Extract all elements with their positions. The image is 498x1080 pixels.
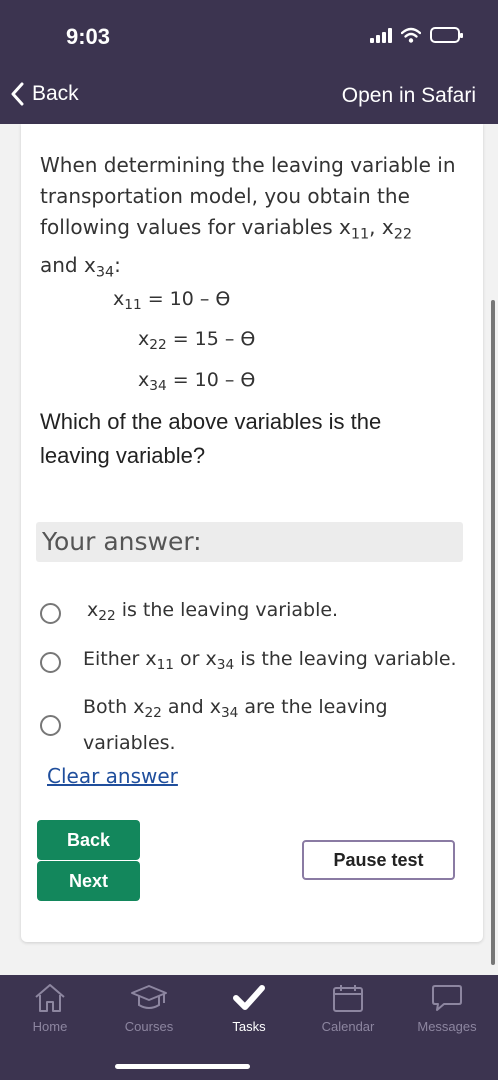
chat-bubble-icon [432, 985, 462, 1011]
signal-icon [370, 27, 392, 43]
radio-button[interactable] [40, 714, 61, 736]
home-indicator [115, 1064, 250, 1069]
tab-label: Messages [417, 1019, 477, 1034]
tab-label: Home [32, 1019, 68, 1034]
chevron-left-icon [11, 82, 24, 106]
tab-messages[interactable]: Messages [402, 983, 492, 1034]
back-link-label: Back [32, 82, 79, 105]
clear-answer-link[interactable]: Clear answer [47, 764, 178, 788]
equation-x34: x34 = 10 – ϴ [138, 369, 256, 395]
tab-label: Courses [124, 1019, 174, 1034]
calendar-icon [333, 985, 363, 1012]
home-icon [35, 984, 65, 1012]
tab-label: Calendar [321, 1019, 375, 1034]
equation-x22: x22 = 15 – ϴ [138, 328, 256, 354]
battery-icon [430, 27, 463, 43]
pause-test-button[interactable]: Pause test [302, 840, 455, 880]
back-button[interactable]: Back [37, 820, 140, 860]
your-answer-heading: Your answer: [36, 522, 463, 562]
answer-option-3[interactable]: Both x22 and x34 are the leaving variabl… [40, 692, 440, 758]
graduation-cap-icon [131, 985, 167, 1009]
radio-button[interactable] [40, 651, 61, 673]
tab-courses[interactable]: Courses [104, 983, 194, 1034]
tab-tasks[interactable]: Tasks [204, 983, 294, 1034]
radio-button[interactable] [40, 602, 61, 624]
top-bar: 9:03 Back Open in Safari [0, 0, 498, 124]
option-label: Either x11 or x34 is the leaving variabl… [83, 648, 457, 674]
option-label: Both x22 and x34 are the leaving variabl… [83, 696, 388, 755]
next-button[interactable]: Next [37, 861, 140, 901]
answer-option-1[interactable]: x22 is the leaving variable. [40, 595, 460, 631]
wifi-icon [401, 27, 421, 43]
answer-option-2[interactable]: Either x11 or x34 is the leaving variabl… [40, 644, 460, 680]
tab-label: Tasks [232, 1019, 266, 1034]
question-prompt: Which of the above variables is the leav… [40, 409, 382, 468]
bottom-tab-bar: Home Courses Tasks Calendar Messages [0, 975, 498, 1080]
question-card: When determining the leaving variable in… [21, 124, 483, 942]
checkmark-icon [233, 985, 265, 1010]
back-link[interactable]: Back [10, 82, 79, 106]
tab-home[interactable]: Home [5, 983, 95, 1034]
page-scrollbar[interactable] [491, 300, 495, 965]
status-icons [370, 27, 463, 43]
equation-x11: x11 = 10 – ϴ [113, 288, 231, 314]
status-time: 9:03 [66, 24, 111, 49]
tab-calendar[interactable]: Calendar [303, 983, 393, 1034]
open-in-safari-link[interactable]: Open in Safari [342, 84, 476, 108]
option-label: x22 is the leaving variable. [87, 599, 339, 625]
question-intro: When determining the leaving variable in… [40, 153, 456, 281]
